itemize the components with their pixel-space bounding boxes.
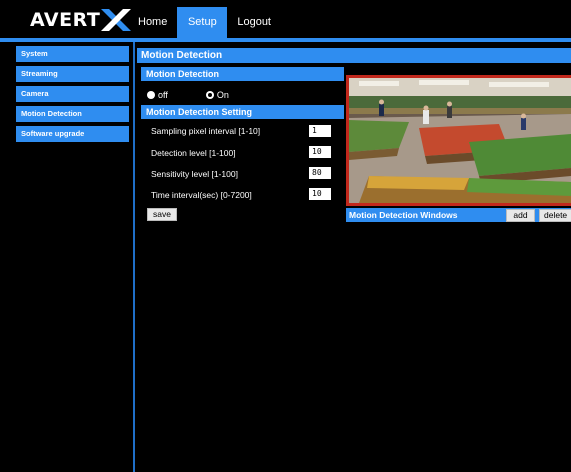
camera-preview-image bbox=[349, 78, 571, 203]
sampling-pixel-interval-input[interactable] bbox=[309, 125, 331, 137]
sensitivity-level-label: Sensitivity level [1-100] bbox=[151, 169, 238, 179]
top-nav: Home Setup Logout bbox=[128, 7, 281, 38]
logo-x-mark bbox=[101, 9, 132, 31]
radio-on-label: On bbox=[216, 90, 229, 100]
sensitivity-level-input[interactable] bbox=[309, 167, 331, 179]
sidebar-item-motion-detection[interactable]: Motion Detection bbox=[16, 106, 129, 122]
avertx-logo: AVERT bbox=[30, 8, 132, 32]
nav-setup[interactable]: Setup bbox=[177, 7, 228, 38]
sidebar: System Streaming Camera Motion Detection… bbox=[16, 46, 129, 146]
logo-text: AVERT bbox=[30, 9, 101, 31]
sidebar-item-software-upgrade[interactable]: Software upgrade bbox=[16, 126, 129, 142]
radio-off-button[interactable] bbox=[147, 91, 155, 99]
add-window-button[interactable]: add bbox=[506, 209, 535, 222]
radio-on-option[interactable]: On bbox=[205, 90, 229, 100]
sidebar-item-streaming[interactable]: Streaming bbox=[16, 66, 129, 82]
header-divider bbox=[0, 38, 571, 42]
detection-level-label: Detection level [1-100] bbox=[151, 148, 236, 158]
nav-home[interactable]: Home bbox=[128, 7, 177, 38]
sampling-pixel-interval-label: Sampling pixel interval [1-10] bbox=[151, 126, 261, 136]
radio-on-button[interactable] bbox=[205, 91, 214, 99]
delete-window-button[interactable]: delete bbox=[539, 209, 571, 222]
motion-detection-section-header: Motion Detection bbox=[141, 67, 344, 81]
motion-windows-title: Motion Detection Windows bbox=[349, 210, 458, 220]
content-divider bbox=[133, 42, 135, 472]
detection-level-input[interactable] bbox=[309, 146, 331, 158]
camera-scene-graphic bbox=[349, 78, 571, 203]
sidebar-item-camera[interactable]: Camera bbox=[16, 86, 129, 102]
save-button[interactable]: save bbox=[147, 208, 177, 221]
nav-logout[interactable]: Logout bbox=[227, 7, 281, 38]
radio-off-label: off bbox=[158, 90, 168, 100]
time-interval-input[interactable] bbox=[309, 188, 331, 200]
time-interval-label: Time interval(sec) [0-7200] bbox=[151, 190, 252, 200]
motion-detection-setting-header: Motion Detection Setting bbox=[141, 105, 344, 119]
radio-off-option[interactable]: off bbox=[147, 90, 168, 100]
top-bar: AVERT Home Setup Logout bbox=[0, 0, 571, 38]
sidebar-item-system[interactable]: System bbox=[16, 46, 129, 62]
motion-toggle-group: off On bbox=[147, 88, 229, 102]
page-title: Motion Detection bbox=[137, 48, 571, 63]
